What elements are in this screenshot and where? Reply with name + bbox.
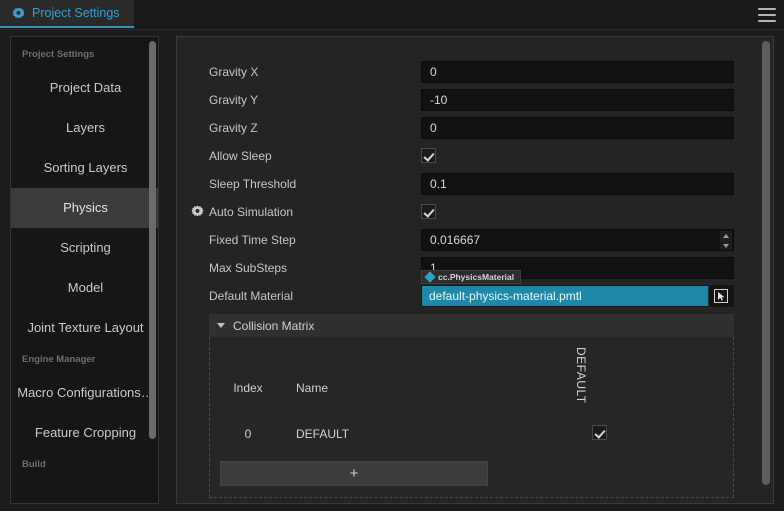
tab-bar: Project Settings [0, 0, 784, 30]
input-gravity-x[interactable]: 0 [421, 61, 734, 83]
diamond-icon [424, 271, 436, 283]
column-header-name: Name [296, 381, 329, 395]
form-row-allow-sleep: Allow Sleep [177, 145, 760, 167]
form-row-gravity-x: Gravity X 0 [177, 61, 760, 83]
settings-panel-scrollbar-thumb[interactable] [762, 41, 770, 485]
asset-value[interactable]: default-physics-material.pmtl [422, 286, 710, 306]
column-header-default: DEFAULT [574, 347, 588, 404]
gear-icon [12, 6, 25, 20]
input-sleep-threshold[interactable]: 0.1 [421, 173, 734, 195]
form-row-gravity-y: Gravity Y -10 [177, 89, 760, 111]
cursor-picker-icon[interactable] [708, 286, 733, 306]
form-row-fixed-time-step: Fixed Time Step 0.016667 [177, 229, 760, 251]
input-fixed-time-step[interactable]: 0.016667 [421, 229, 734, 251]
field-label-max-substeps: Max SubSteps [209, 261, 288, 275]
stepper-fixed-time-step[interactable] [720, 231, 732, 250]
gear-icon [191, 205, 204, 218]
field-label-gravity-z: Gravity Z [209, 121, 258, 135]
field-label-gravity-x: Gravity X [209, 65, 259, 79]
field-label-auto-simulation: Auto Simulation [209, 205, 294, 219]
sidebar-scroll-content: Project Settings Project Data Layers Sortin… [11, 37, 158, 478]
sidebar-group-title: Project Settings [22, 49, 95, 60]
hamburger-line [758, 8, 776, 10]
collision-checkbox-default-default[interactable] [592, 425, 607, 440]
add-layer-button[interactable]: + [220, 461, 488, 486]
column-header-index: Index [233, 381, 263, 395]
collision-matrix-title: Collision Matrix [233, 318, 315, 333]
sidebar-item-scripting[interactable]: Scripting [11, 228, 158, 268]
sidebar: Project Settings Project Data Layers Sortin… [10, 36, 159, 504]
hamburger-line [758, 14, 776, 16]
sidebar-item-macro-configurations[interactable]: Macro Configurations… [11, 373, 158, 413]
hamburger-line [758, 20, 776, 22]
sidebar-item-joint-texture-layout[interactable]: Joint Texture Layout [11, 308, 158, 348]
asset-type-label: cc.PhysicsMaterial [438, 272, 515, 282]
project-settings-window: Project Settings Project Settings Project… [0, 0, 784, 511]
tab-label: Project Settings [32, 6, 120, 20]
sidebar-item-sorting-layers[interactable]: Sorting Layers [11, 148, 158, 188]
form-row-sleep-threshold: Sleep Threshold 0.1 [177, 173, 760, 195]
sidebar-group-title: Build [22, 459, 46, 470]
form-row-auto-simulation: Auto Simulation [177, 201, 760, 223]
input-gravity-y[interactable]: -10 [421, 89, 734, 111]
sidebar-scrollbar[interactable] [149, 41, 156, 475]
field-label-fixed-time-step: Fixed Time Step [209, 233, 296, 247]
sidebar-item-layers[interactable]: Layers [11, 108, 158, 148]
sidebar-scrollbar-thumb[interactable] [149, 41, 156, 439]
table-row-name: DEFAULT [296, 427, 350, 441]
sidebar-item-model[interactable]: Model [11, 268, 158, 308]
collision-matrix-header[interactable]: Collision Matrix [209, 314, 734, 337]
form-row-gravity-z: Gravity Z 0 [177, 117, 760, 139]
checkbox-auto-simulation[interactable] [421, 204, 436, 219]
tab-project-settings[interactable]: Project Settings [0, 0, 134, 28]
sidebar-group-title: Engine Manager [22, 354, 96, 365]
field-label-sleep-threshold: Sleep Threshold [209, 177, 297, 191]
field-label-default-material: Default Material [209, 289, 294, 303]
checkbox-allow-sleep[interactable] [421, 148, 436, 163]
settings-panel-scrollbar[interactable] [762, 41, 770, 497]
stepper-up-icon[interactable] [723, 234, 729, 238]
table-row-index: 0 [244, 427, 252, 441]
asset-field-default-material[interactable]: default-physics-material.pmtl [421, 285, 734, 307]
collision-matrix-body: Index Name DEFAULT 0 DEFAULT + [209, 337, 734, 497]
field-label-allow-sleep: Allow Sleep [209, 149, 272, 163]
sidebar-item-physics[interactable]: Physics [11, 188, 158, 228]
stepper-down-icon[interactable] [723, 244, 729, 248]
form-row-default-material: Default Material cc.PhysicsMaterial defaul… [177, 270, 760, 307]
asset-type-tooltip: cc.PhysicsMaterial [421, 270, 522, 284]
input-gravity-z[interactable]: 0 [421, 117, 734, 139]
hamburger-menu-icon[interactable] [758, 8, 776, 22]
sidebar-item-project-data[interactable]: Project Data [11, 68, 158, 108]
chevron-down-icon[interactable] [217, 323, 225, 328]
sidebar-item-feature-cropping[interactable]: Feature Cropping [11, 413, 158, 453]
field-label-gravity-y: Gravity Y [209, 93, 259, 107]
collision-matrix-section: Collision Matrix Index Name DEFAULT 0 DE… [209, 314, 734, 498]
settings-panel: Gravity X 0 Gravity Y -10 Gravity Z 0 Allow Sl… [176, 36, 774, 504]
